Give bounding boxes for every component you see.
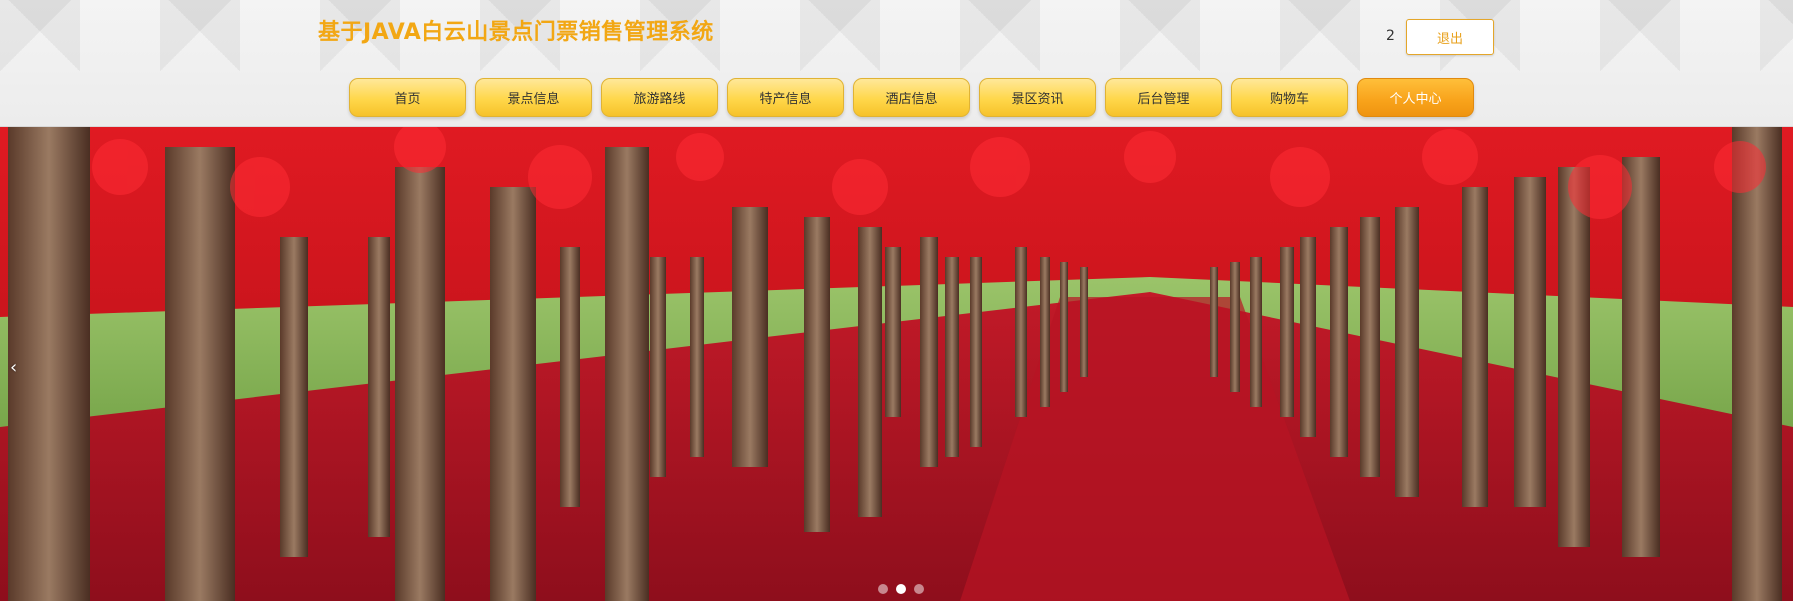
site-title: 基于JAVA白云山景点门票销售管理系统 [318, 20, 714, 45]
carousel-dot-1[interactable] [878, 584, 888, 594]
user-count: 2 [1386, 28, 1395, 44]
nav-item-home[interactable]: 首页 [349, 78, 466, 117]
nav-item-cart[interactable]: 购物车 [1231, 78, 1348, 117]
nav-item-hotels[interactable]: 酒店信息 [853, 78, 970, 117]
nav-item-admin[interactable]: 后台管理 [1105, 78, 1222, 117]
logout-button[interactable]: 退出 [1406, 19, 1494, 55]
main-nav: 首页 景点信息 旅游路线 特产信息 酒店信息 景区资讯 后台管理 购物车 个人中… [349, 78, 1474, 117]
hero-carousel[interactable]: ‹ [0, 127, 1793, 601]
nav-item-specialties[interactable]: 特产信息 [727, 78, 844, 117]
carousel-dots [878, 584, 924, 594]
nav-item-personal-center[interactable]: 个人中心 [1357, 78, 1474, 117]
banner-image [0, 127, 1793, 601]
nav-item-travel-routes[interactable]: 旅游路线 [601, 78, 718, 117]
carousel-dot-2[interactable] [896, 584, 906, 594]
nav-item-news[interactable]: 景区资讯 [979, 78, 1096, 117]
carousel-dot-3[interactable] [914, 584, 924, 594]
site-header: 基于JAVA白云山景点门票销售管理系统 2 退出 首页 景点信息 旅游路线 特产… [0, 0, 1793, 127]
nav-item-scenic-spots[interactable]: 景点信息 [475, 78, 592, 117]
carousel-prev-arrow[interactable]: ‹ [10, 357, 17, 378]
